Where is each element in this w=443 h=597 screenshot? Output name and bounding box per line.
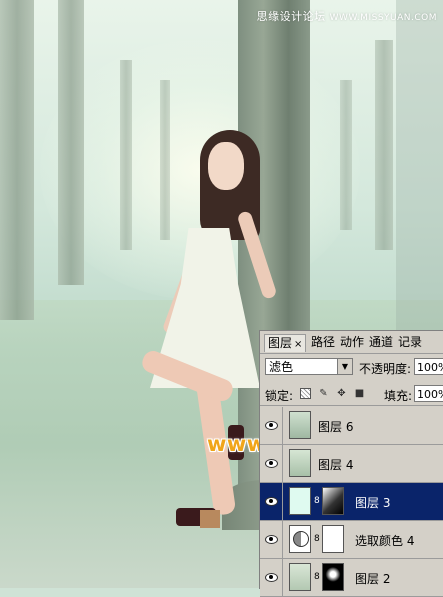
layer-thumbnail [289, 563, 311, 591]
tab-history[interactable]: 记录 [398, 334, 422, 351]
layer-thumbnail [289, 411, 311, 439]
divider [282, 445, 283, 482]
lock-move-icon[interactable]: ✥ [336, 388, 347, 399]
layer-mask-thumbnail [322, 487, 344, 515]
background-tree-trunk [0, 0, 34, 320]
layer-row-selective-color-4[interactable]: 8 选取颜色 4 [260, 521, 443, 559]
layers-list: 图层 6 图层 4 8 图层 3 8 选取颜色 4 8 图层 2 [260, 407, 443, 597]
blend-mode-select[interactable]: 滤色 ▼ [265, 358, 353, 375]
fill-label: 填充: [384, 389, 413, 403]
layer-name: 选取颜色 4 [355, 534, 415, 548]
girl-face [208, 142, 244, 190]
background-tree-trunk [58, 0, 84, 285]
layer-name: 图层 3 [355, 496, 391, 510]
layers-panel: 图层× 路径 动作 通道 记录 滤色 ▼ 不透明度: 100% 锁定: ✎ ✥ … [259, 330, 443, 597]
lock-row: 锁定: ✎ ✥ ■ 填充: 100% [260, 383, 443, 406]
blend-mode-value: 滤色 [269, 360, 294, 374]
eye-icon[interactable] [263, 494, 279, 508]
layer-mask-thumbnail [322, 563, 344, 591]
tab-paths[interactable]: 路径 [311, 334, 335, 351]
eye-icon[interactable] [263, 456, 279, 470]
opacity-input[interactable]: 100% [414, 358, 443, 375]
adjustment-layer-thumbnail [289, 525, 311, 553]
watermark-forum-name: 思缘设计论坛 [256, 10, 326, 23]
chevron-down-icon[interactable]: ▼ [337, 359, 352, 374]
tab-channels[interactable]: 通道 [369, 334, 393, 351]
lock-transparent-icon[interactable] [300, 388, 311, 399]
background-tree-trunk [375, 40, 393, 250]
lock-brush-icon[interactable]: ✎ [318, 388, 329, 399]
link-chain-icon[interactable]: 8 [314, 534, 320, 544]
watermark-url: WWW.MISSYUAN.COM [329, 13, 437, 23]
link-chain-icon[interactable]: 8 [314, 572, 320, 582]
close-icon[interactable]: × [294, 339, 302, 350]
layer-name: 图层 2 [355, 572, 391, 586]
layer-name: 图层 4 [318, 458, 354, 472]
divider [282, 483, 283, 520]
layer-row-layer-3[interactable]: 8 图层 3 [260, 483, 443, 521]
shoe-wedge-heel [200, 510, 220, 528]
adjustment-icon [293, 531, 309, 547]
layer-name: 图层 6 [318, 420, 354, 434]
tab-layers-label: 图层 [268, 336, 293, 350]
right-dark-strip [396, 0, 443, 330]
layer-mask-thumbnail [322, 525, 344, 553]
divider [282, 521, 283, 558]
layer-row-layer-4[interactable]: 图层 4 [260, 445, 443, 483]
eye-icon[interactable] [263, 532, 279, 546]
background-tree-trunk [340, 80, 352, 230]
layer-color-thumbnail [289, 487, 311, 515]
lock-label: 锁定: [265, 389, 294, 403]
lock-all-icon[interactable]: ■ [354, 388, 365, 399]
tab-layers[interactable]: 图层 × [264, 334, 307, 352]
opacity-label: 不透明度: [359, 362, 412, 376]
layer-row-layer-6[interactable]: 图层 6 [260, 407, 443, 445]
layer-row-layer-2[interactable]: 8 图层 2 [260, 559, 443, 597]
divider [282, 559, 283, 596]
panel-tabs: 图层 × 路径 动作 通道 记录 [260, 331, 443, 354]
eye-icon[interactable] [263, 570, 279, 584]
eye-icon[interactable] [263, 418, 279, 432]
background-tree-trunk [160, 80, 170, 240]
layer-thumbnail [289, 449, 311, 477]
blend-row: 滤色 ▼ 不透明度: 100% [260, 355, 443, 379]
tab-actions[interactable]: 动作 [340, 334, 364, 351]
fill-input[interactable]: 100% [414, 385, 443, 402]
background-tree-trunk [120, 60, 132, 250]
watermark-top: 思缘设计论坛 WWW.MISSYUAN.COM [257, 8, 437, 24]
divider [282, 407, 283, 444]
link-chain-icon[interactable]: 8 [314, 496, 320, 506]
